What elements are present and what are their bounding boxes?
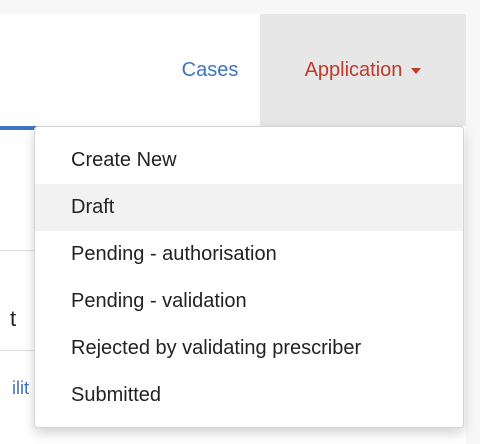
menu-item-label: Pending - validation [71, 290, 247, 312]
menu-item-draft[interactable]: Draft [35, 184, 463, 231]
application-dropdown-menu: Create New Draft Pending - authorisation… [34, 126, 464, 428]
table-header-fragment: t [10, 306, 17, 331]
menu-item-label: Rejected by validating prescriber [71, 337, 362, 359]
menu-item-label: Create New [71, 149, 177, 171]
nav-item-application[interactable]: Application [260, 14, 466, 126]
menu-item-rejected-by-validating-prescriber[interactable]: Rejected by validating prescriber [35, 325, 463, 372]
menu-item-label: Draft [71, 196, 115, 218]
menu-item-label: Submitted [71, 384, 162, 406]
menu-item-create-new[interactable]: Create New [35, 137, 463, 184]
menu-item-submitted[interactable]: Submitted [35, 372, 463, 419]
nav-item-application-label: Application [304, 58, 403, 81]
caret-down-icon [411, 68, 422, 74]
top-strip [0, 0, 466, 14]
table-link-fragment[interactable]: ilit [12, 378, 29, 399]
right-strip [466, 0, 480, 444]
menu-item-pending-validation[interactable]: Pending - validation [35, 278, 463, 325]
menu-item-label: Pending - authorisation [71, 243, 277, 265]
nav-item-cases-label: Cases [181, 58, 239, 81]
nav-item-cases[interactable]: Cases [160, 14, 260, 126]
menu-item-pending-authorisation[interactable]: Pending - authorisation [35, 231, 463, 278]
